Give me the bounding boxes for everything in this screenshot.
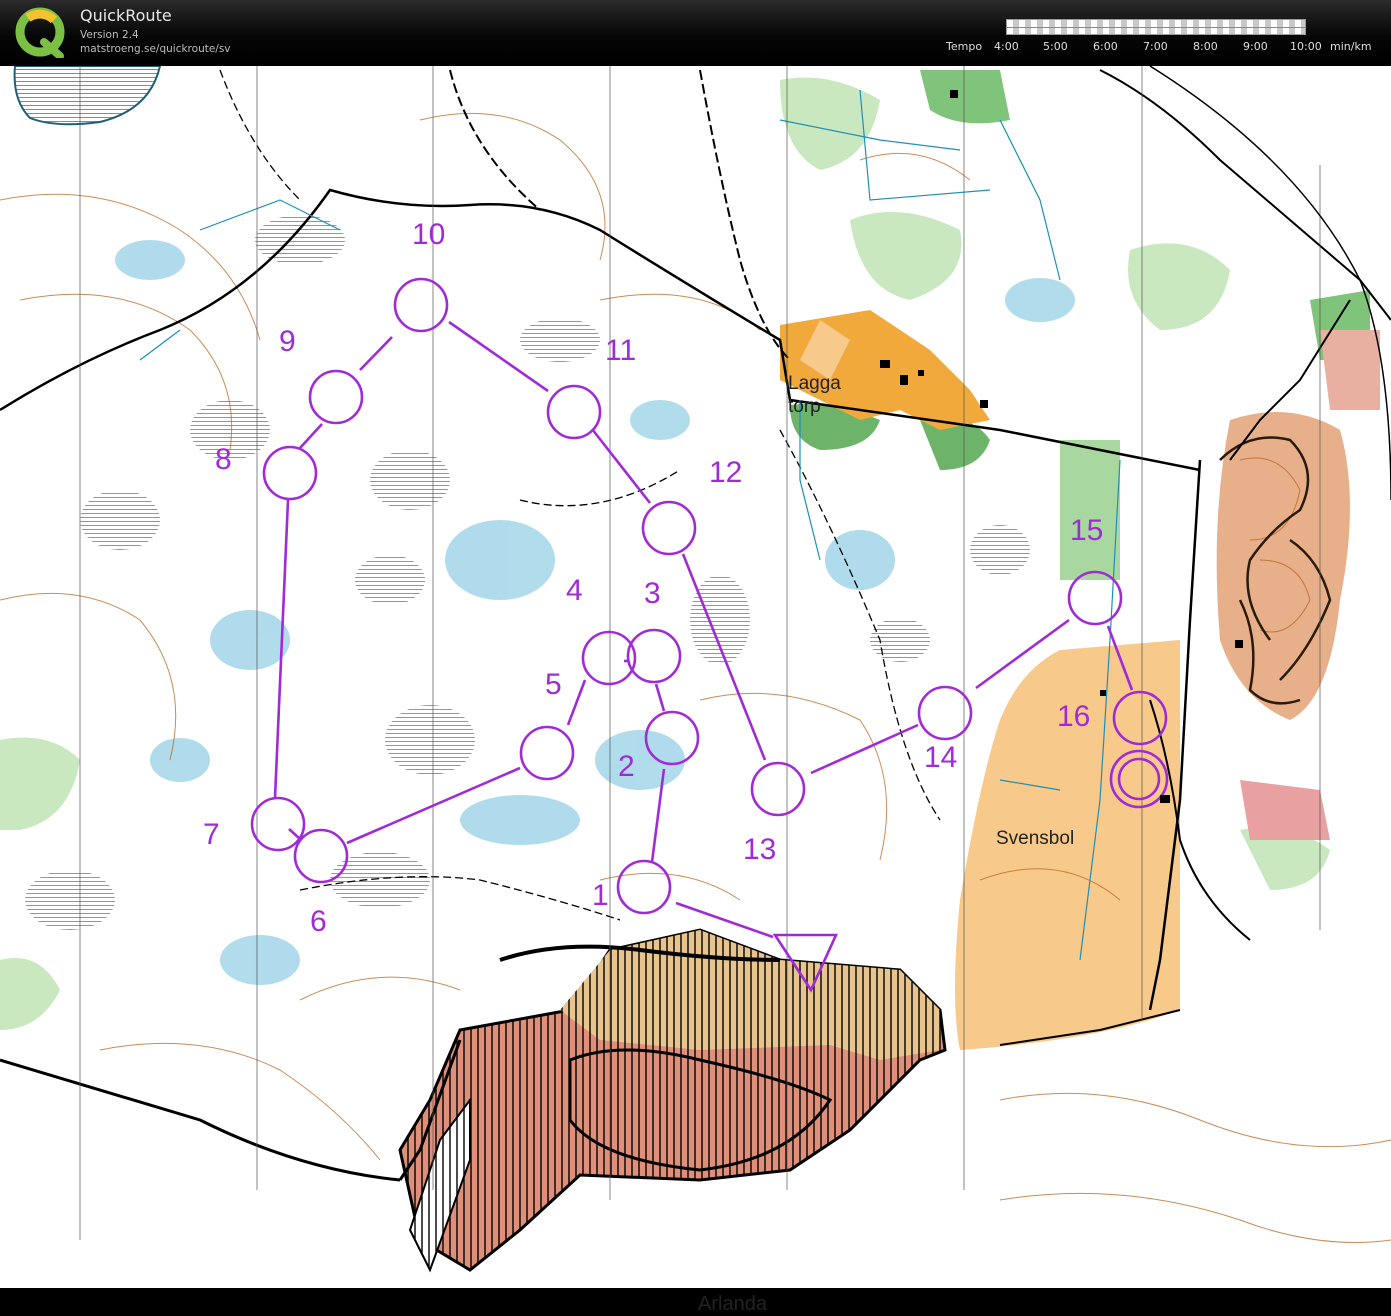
tempo-tick: 10:00 (1290, 40, 1322, 53)
tempo-tick: 6:00 (1093, 40, 1118, 53)
control-number: 13 (743, 833, 777, 866)
tempo-color-scale (1006, 19, 1306, 35)
tempo-label: Tempo (946, 40, 983, 53)
control-number: 8 (215, 443, 232, 476)
place-name-arlanda: Arlanda (698, 1293, 767, 1315)
map-canvas (0, 65, 1391, 1288)
control-number: 4 (566, 574, 583, 607)
control-number: 15 (1070, 514, 1104, 547)
app-url: matstroeng.se/quickroute/sv (80, 43, 231, 55)
quickroute-logo-icon (15, 7, 65, 58)
control-number: 16 (1057, 700, 1091, 733)
tempo-unit: min/km (1330, 40, 1372, 53)
control-number: 14 (924, 741, 958, 774)
control-number: 7 (203, 818, 220, 851)
app-version: Version 2.4 (80, 29, 139, 41)
tempo-tick: 9:00 (1243, 40, 1268, 53)
tempo-tick: 4:00 (994, 40, 1019, 53)
control-number: 10 (412, 218, 446, 251)
tempo-tick: 8:00 (1193, 40, 1218, 53)
control-number: 3 (644, 577, 661, 610)
control-number: 12 (709, 456, 743, 489)
control-number: 2 (618, 750, 635, 783)
orienteering-map[interactable]: Lagga torp Svensbol Arlanda 1 2 3 4 5 6 … (0, 65, 1391, 1315)
place-name-svensbol: Svensbol (996, 828, 1075, 849)
control-number: 5 (545, 668, 562, 701)
tempo-tick: 5:00 (1043, 40, 1068, 53)
control-number: 6 (310, 905, 327, 938)
app-title: QuickRoute (80, 6, 172, 25)
tempo-tick: 7:00 (1143, 40, 1168, 53)
place-name-laggatorp: Lagga torp (788, 373, 841, 417)
quickroute-header: QuickRoute Version 2.4 matstroeng.se/qui… (0, 0, 1391, 66)
control-number: 1 (592, 879, 609, 912)
control-number: 11 (605, 334, 637, 367)
control-number: 9 (279, 325, 296, 358)
